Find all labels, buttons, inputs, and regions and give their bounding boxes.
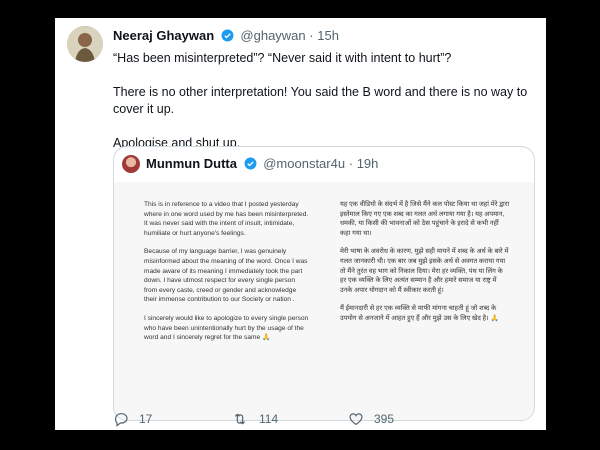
author-avatar[interactable] [67, 26, 103, 62]
like-button[interactable]: 395 [348, 411, 394, 427]
tweet-header: Neeraj Ghaywan @ghaywan · 15h [113, 28, 339, 45]
avatar-image [67, 26, 103, 62]
author-handle[interactable]: @ghaywan [240, 28, 305, 43]
tweet-card: Neeraj Ghaywan @ghaywan · 15h “Has been … [55, 18, 546, 430]
statement-english: This is in reference to a video that I p… [144, 200, 309, 352]
retweet-button[interactable]: 114 [231, 411, 278, 427]
retweet-count: 114 [259, 412, 279, 426]
separator-dot: · [309, 28, 314, 43]
statement-paragraph: This is in reference to a video that I p… [144, 201, 309, 237]
verified-badge-icon [244, 157, 257, 173]
reply-button[interactable]: 17 [113, 411, 152, 427]
quoted-tweet-header: Munmun Dutta @moonstar4u · 19h [146, 156, 378, 173]
statement-paragraph: मेरी भाषा के अवरोध के कारण, मुझे सही माय… [340, 248, 509, 294]
verified-badge-icon [221, 29, 234, 45]
retweet-icon [234, 413, 246, 425]
reply-icon [114, 413, 128, 427]
statement-paragraph: I sincerely would like to apologize to e… [144, 314, 309, 342]
statement-hindi: यह एक वीडियो के संदर्भ में है जिसे मैंने… [340, 200, 510, 333]
tweet-paragraph: There is no other interpretation! You sa… [113, 85, 528, 116]
separator-dot: · [348, 156, 354, 171]
reply-count: 17 [139, 412, 153, 426]
like-count: 395 [374, 412, 395, 426]
quoted-author-avatar [122, 155, 140, 173]
tweet-paragraph: “Has been misinterpreted”? “Never said i… [113, 51, 452, 65]
quoted-author-handle: @moonstar4u [263, 156, 346, 171]
quoted-tweet[interactable]: Munmun Dutta @moonstar4u · 19h This is i… [113, 146, 535, 421]
quoted-tweet-timestamp: 19h [356, 156, 379, 171]
statement-paragraph: यह एक वीडियो के संदर्भ में है जिसे मैंने… [340, 201, 510, 237]
author-name[interactable]: Neeraj Ghaywan [113, 28, 214, 43]
tweet-timestamp[interactable]: 15h [317, 28, 339, 43]
quoted-author-name: Munmun Dutta [146, 156, 237, 171]
statement-paragraph: Because of my language barrier, I was ge… [144, 248, 308, 304]
like-icon [349, 413, 363, 426]
statement-image[interactable]: This is in reference to a video that I p… [114, 182, 534, 420]
statement-paragraph: मैं ईमानदारी से हर एक व्यक्ति से माफी मा… [340, 305, 499, 322]
